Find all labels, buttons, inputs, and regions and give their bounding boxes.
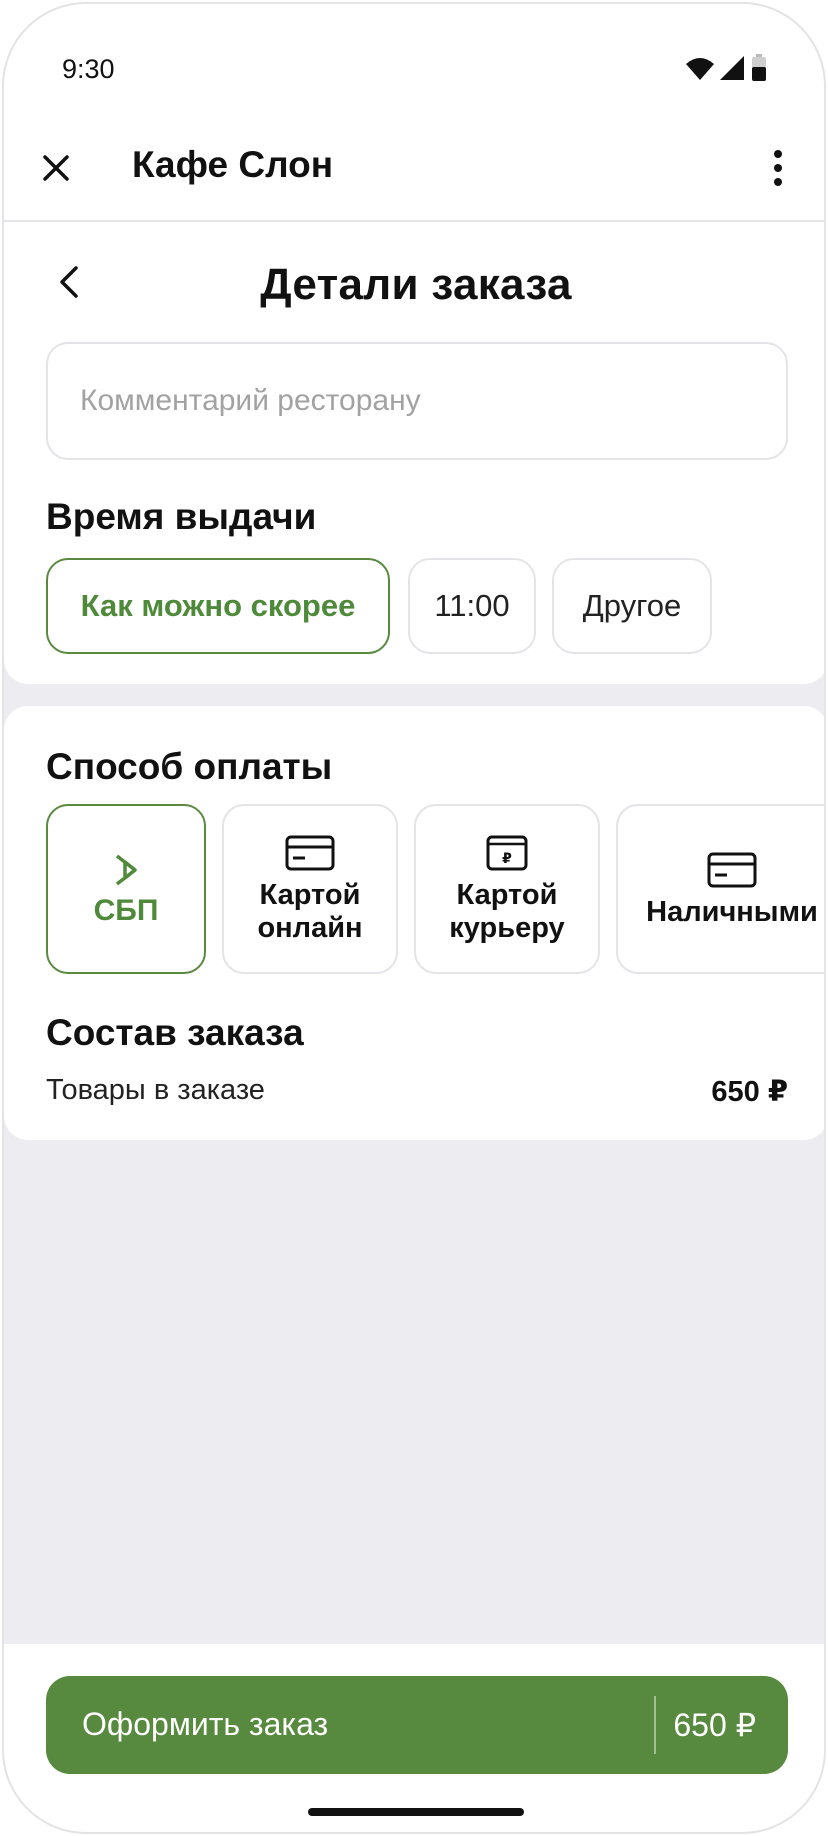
payment-sbp[interactable]: СБП	[46, 804, 206, 974]
battery-icon	[752, 54, 766, 81]
wifi-icon	[686, 58, 714, 80]
payment-sbp-label: СБП	[93, 893, 159, 927]
page-title: Детали заказа	[260, 260, 572, 309]
place-order-divider	[654, 1696, 656, 1754]
order-details-card: Детали заказа Время выдачи Как можно ско…	[4, 222, 824, 684]
payment-card-courier[interactable]: ₽ Картой курьеру	[414, 804, 600, 974]
status-time: 9:30	[62, 54, 115, 84]
pickup-option-other[interactable]: Другое	[552, 558, 712, 654]
cash-card-icon	[707, 852, 757, 887]
app-title: Кафе Слон	[132, 144, 334, 185]
checkout-bar: Оформить заказ 650 ₽	[4, 1644, 824, 1832]
payment-card-online[interactable]: Картой онлайн	[222, 804, 398, 974]
payment-card-courier-label: Картой курьеру	[449, 879, 565, 944]
credit-card-icon	[285, 835, 335, 871]
pickup-option-1100[interactable]: 11:00	[408, 558, 536, 654]
payment-cash-label: Наличными	[646, 895, 818, 928]
phone-frame: 9:30 Кафе Слон Детали заказа Комментарий…	[2, 2, 826, 1834]
payment-method-title: Способ оплаты	[46, 746, 333, 787]
order-items-label: Товары в заказе	[46, 1074, 265, 1106]
status-icons	[684, 54, 772, 88]
order-items-total: 650 ₽	[711, 1076, 788, 1108]
svg-text:₽: ₽	[502, 851, 512, 867]
order-items-row: Товары в заказе 650 ₽	[46, 1074, 788, 1114]
sbp-icon	[115, 854, 137, 885]
place-order-price: 650 ₽	[673, 1707, 756, 1743]
restaurant-comment-input[interactable]	[46, 342, 788, 460]
payment-card: Способ оплаты СБП Картой онлайн ₽ Картой…	[4, 706, 824, 1140]
signal-icon	[720, 56, 744, 80]
order-composition-title: Состав заказа	[46, 1012, 304, 1053]
wallet-ruble-icon: ₽	[486, 835, 528, 871]
close-icon[interactable]	[30, 142, 82, 194]
payment-card-online-label: Картой онлайн	[257, 879, 363, 944]
place-order-label: Оформить заказ	[82, 1706, 329, 1742]
more-vertical-icon[interactable]	[752, 142, 804, 194]
app-bar: Кафе Слон	[4, 114, 824, 222]
pickup-option-asap[interactable]: Как можно скорее	[46, 558, 390, 654]
place-order-button[interactable]: Оформить заказ 650 ₽	[46, 1676, 788, 1774]
home-indicator[interactable]	[308, 1808, 524, 1816]
pickup-time-title: Время выдачи	[46, 496, 317, 537]
payment-cash[interactable]: Наличными	[616, 804, 824, 974]
